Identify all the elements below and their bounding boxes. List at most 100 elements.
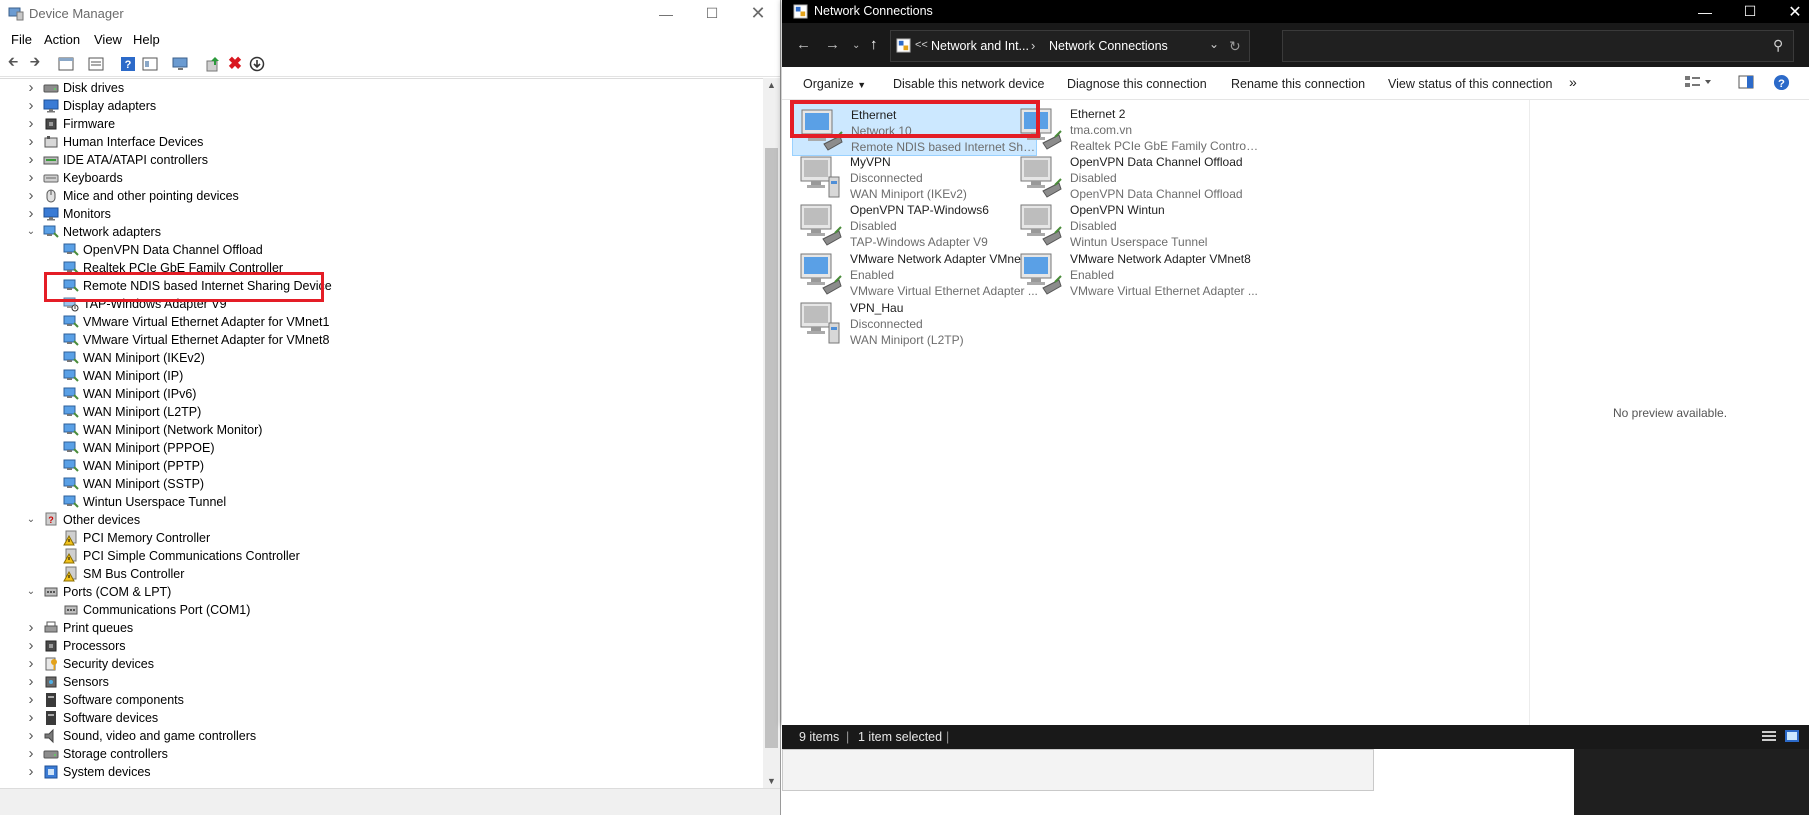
scroll-down-icon[interactable]: ▼ <box>767 776 776 786</box>
tree-item[interactable]: › Monitors <box>0 205 760 223</box>
rename-button[interactable]: Rename this connection <box>1231 77 1365 91</box>
tree-item[interactable]: › Firmware <box>0 115 760 133</box>
tree-item[interactable]: WAN Miniport (L2TP) <box>0 403 760 421</box>
connection-tile[interactable]: VMware Network Adapter VMnet1 Enabled VMwa… <box>792 246 1038 301</box>
expand-chevron-icon[interactable]: › <box>24 170 38 186</box>
help-icon[interactable]: ? <box>118 55 138 73</box>
collapse-chevron-icon[interactable]: ⌄ <box>24 224 38 240</box>
tree-item[interactable]: WAN Miniport (PPPOE) <box>0 439 760 457</box>
preview-pane-icon[interactable] <box>1738 75 1754 92</box>
tree-item[interactable]: › Security devices <box>0 655 760 673</box>
tree-item[interactable]: OpenVPN Data Channel Offload <box>0 241 760 259</box>
update-driver-icon[interactable] <box>203 55 223 73</box>
tree-item[interactable]: Remote NDIS based Internet Sharing Devic… <box>0 277 760 295</box>
list-view-icon[interactable] <box>86 55 106 73</box>
expand-chevron-icon[interactable]: › <box>24 116 38 132</box>
collapse-chevron-icon[interactable]: ⌄ <box>24 512 38 528</box>
nc-back-icon[interactable]: ← <box>796 36 811 53</box>
expand-chevron-icon[interactable]: › <box>24 764 38 780</box>
connection-tile[interactable]: VPN_Hau Disconnected WAN Miniport (L2TP) <box>792 295 1037 350</box>
address-dropdown-icon[interactable]: ⌄ <box>1209 37 1219 51</box>
tree-item[interactable]: WAN Miniport (IPv6) <box>0 385 760 403</box>
tree-item[interactable]: WAN Miniport (PPTP) <box>0 457 760 475</box>
tree-item[interactable]: › Mice and other pointing devices <box>0 187 760 205</box>
refresh-icon[interactable]: ↻ <box>1229 38 1241 55</box>
tree-item[interactable]: VMware Virtual Ethernet Adapter for VMne… <box>0 331 760 349</box>
tree-item[interactable]: › Human Interface Devices <box>0 133 760 151</box>
tree-item[interactable]: Communications Port (COM1) <box>0 601 760 619</box>
details-view-toggle-icon[interactable] <box>1762 730 1776 745</box>
nc-forward-icon[interactable]: → <box>825 36 840 53</box>
tree-item[interactable]: PCI Simple Communications Controller <box>0 547 760 565</box>
connection-tile[interactable]: Ethernet Network 10 Remote NDIS based Inte… <box>792 101 1041 156</box>
tree-item[interactable]: › Display adapters <box>0 97 760 115</box>
up-arrow-icon[interactable]: ↑ <box>870 36 878 53</box>
menu-file[interactable]: File <box>11 32 32 47</box>
expand-chevron-icon[interactable]: › <box>24 134 38 150</box>
dm-scroll-thumb[interactable] <box>765 148 778 748</box>
forward-arrow-icon[interactable]: 🡲 <box>25 54 45 73</box>
tree-item[interactable]: TAP-Windows Adapter V9 <box>0 295 760 313</box>
breadcrumb-network-internet[interactable]: Network and Int... <box>931 39 1029 53</box>
nc-title-bar[interactable]: Network Connections — ☐ ✕ <box>782 0 1809 23</box>
disable-device-icon[interactable] <box>247 55 267 73</box>
expand-chevron-icon[interactable]: › <box>24 728 38 744</box>
tree-item[interactable]: Wintun Userspace Tunnel <box>0 493 760 511</box>
tree-item[interactable]: › Sound, video and game controllers <box>0 727 760 745</box>
help-circle-icon[interactable]: ? <box>1773 74 1790 94</box>
nc-close-button[interactable]: ✕ <box>1772 0 1809 23</box>
expand-chevron-icon[interactable]: › <box>24 152 38 168</box>
dm-title-bar[interactable]: Device Manager — ☐ ✕ <box>0 0 780 27</box>
collapse-chevron-icon[interactable]: ⌄ <box>24 584 38 600</box>
expand-chevron-icon[interactable]: › <box>24 188 38 204</box>
expand-chevron-icon[interactable]: › <box>24 620 38 636</box>
disable-device-button[interactable]: Disable this network device <box>893 77 1044 91</box>
expand-chevron-icon[interactable]: › <box>24 638 38 654</box>
connection-tile[interactable]: OpenVPN Wintun Disabled Wintun Userspace T… <box>1012 197 1257 252</box>
expand-chevron-icon[interactable]: › <box>24 80 38 96</box>
dm-horizontal-scrollbar[interactable] <box>0 788 780 815</box>
expand-chevron-icon[interactable]: › <box>24 674 38 690</box>
connection-tile[interactable]: MyVPN Disconnected WAN Miniport (IKEv2) <box>792 149 1037 204</box>
search-input[interactable]: ⚲ <box>1282 30 1794 62</box>
scroll-up-icon[interactable]: ▲ <box>767 80 776 90</box>
tree-item[interactable]: › Sensors <box>0 673 760 691</box>
connection-tile[interactable]: OpenVPN Data Channel Offload Disabled Open… <box>1012 149 1257 204</box>
nc-minimize-button[interactable]: — <box>1682 0 1728 23</box>
details-view-icon[interactable] <box>140 55 160 73</box>
search-icon[interactable]: ⚲ <box>1773 37 1783 54</box>
expand-chevron-icon[interactable]: › <box>24 692 38 708</box>
connections-list[interactable]: Ethernet Network 10 Remote NDIS based Inte… <box>782 100 1529 725</box>
device-tree[interactable]: › Disk drives › Display adapters › Firmware › H… <box>0 78 763 788</box>
tree-item[interactable]: WAN Miniport (Network Monitor) <box>0 421 760 439</box>
tree-item[interactable]: ⌄ Network adapters <box>0 223 760 241</box>
organize-button[interactable]: Organize ▼ <box>803 77 866 91</box>
breadcrumb-overflow[interactable]: << <box>915 39 928 51</box>
connection-tile[interactable]: VMware Network Adapter VMnet8 Enabled VMwa… <box>1012 246 1258 301</box>
back-arrow-icon[interactable]: 🡰 <box>3 54 23 73</box>
tree-item[interactable]: WAN Miniport (IP) <box>0 367 760 385</box>
nc-maximize-button[interactable]: ☐ <box>1727 0 1773 23</box>
scan-hardware-icon[interactable] <box>171 55 191 73</box>
maximize-button[interactable]: ☐ <box>689 0 735 27</box>
recent-locations-chevron-icon[interactable]: ⌄ <box>852 40 860 51</box>
menu-help[interactable]: Help <box>133 32 160 47</box>
diagnose-button[interactable]: Diagnose this connection <box>1067 77 1207 91</box>
expand-chevron-icon[interactable]: › <box>24 206 38 222</box>
uninstall-device-icon[interactable]: ✖ <box>225 54 245 73</box>
tree-item[interactable]: ⌄ Ports (COM & LPT) <box>0 583 760 601</box>
menu-view[interactable]: View <box>94 32 122 47</box>
more-commands-button[interactable]: » <box>1569 74 1577 90</box>
properties-toolbar-button[interactable] <box>56 55 76 73</box>
tree-item[interactable]: › Keyboards <box>0 169 760 187</box>
tree-item[interactable]: › System devices <box>0 763 760 781</box>
minimize-button[interactable]: — <box>643 0 689 27</box>
tree-item[interactable]: › Print queues <box>0 619 760 637</box>
tree-item[interactable]: › Storage controllers <box>0 745 760 763</box>
tree-item[interactable]: Realtek PCIe GbE Family Controller <box>0 259 760 277</box>
connection-tile[interactable]: Ethernet 2 tma.com.vn Realtek PCIe GbE Fam… <box>1012 101 1260 156</box>
tiles-view-toggle-icon[interactable] <box>1785 730 1799 745</box>
tree-item[interactable]: › IDE ATA/ATAPI controllers <box>0 151 760 169</box>
tree-item[interactable]: › Software devices <box>0 709 760 727</box>
tree-item[interactable]: VMware Virtual Ethernet Adapter for VMne… <box>0 313 760 331</box>
